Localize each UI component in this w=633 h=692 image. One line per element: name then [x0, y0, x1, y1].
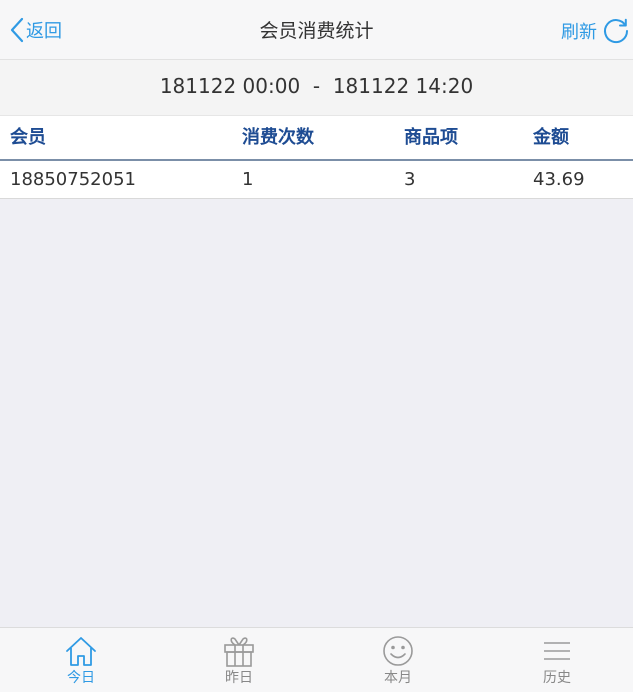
column-header-amount: 金额 [533, 127, 569, 148]
page-title: 会员消费统计 [259, 20, 374, 42]
refresh-label: 刷新 [561, 22, 597, 43]
tab-bar: 今日 昨日 本月 历史 [0, 627, 633, 692]
home-icon [66, 637, 96, 666]
nav-bar: 返回 会员消费统计 刷新 [0, 0, 633, 60]
tab-today-label: 今日 [67, 670, 95, 686]
column-header-member: 会员 [10, 127, 46, 148]
date-range[interactable]: 181122 00:00 - 181122 14:20 [0, 60, 633, 116]
date-range-end: 181122 14:20 [332, 74, 474, 98]
column-header-items: 商品项 [404, 127, 458, 148]
date-range-separator: - [312, 74, 321, 98]
tab-today[interactable]: 今日 [2, 628, 160, 692]
smiley-icon [383, 636, 413, 666]
menu-icon [544, 642, 570, 660]
table-row[interactable]: 18850752051 1 3 43.69 [0, 161, 633, 199]
tab-this-month[interactable]: 本月 [319, 628, 477, 692]
refresh-icon [604, 18, 629, 44]
stats-table: 会员 消费次数 商品项 金额 18850752051 1 3 43.69 [0, 116, 633, 199]
cell-visits: 1 [242, 169, 254, 190]
tab-yesterday[interactable]: 昨日 [160, 628, 318, 692]
date-range-start: 181122 00:00 [159, 74, 301, 98]
cell-amount: 43.69 [533, 169, 585, 190]
tab-history-label: 历史 [543, 670, 571, 686]
refresh-button[interactable]: 刷新 [561, 14, 631, 48]
gift-icon [224, 637, 254, 667]
table-header: 会员 消费次数 商品项 金额 [0, 116, 633, 161]
tab-history[interactable]: 历史 [478, 628, 633, 692]
column-header-visits: 消费次数 [242, 127, 314, 148]
tab-yesterday-label: 昨日 [225, 670, 253, 686]
cell-member: 18850752051 [10, 169, 136, 190]
tab-this-month-label: 本月 [384, 670, 412, 686]
cell-items: 3 [404, 169, 416, 190]
